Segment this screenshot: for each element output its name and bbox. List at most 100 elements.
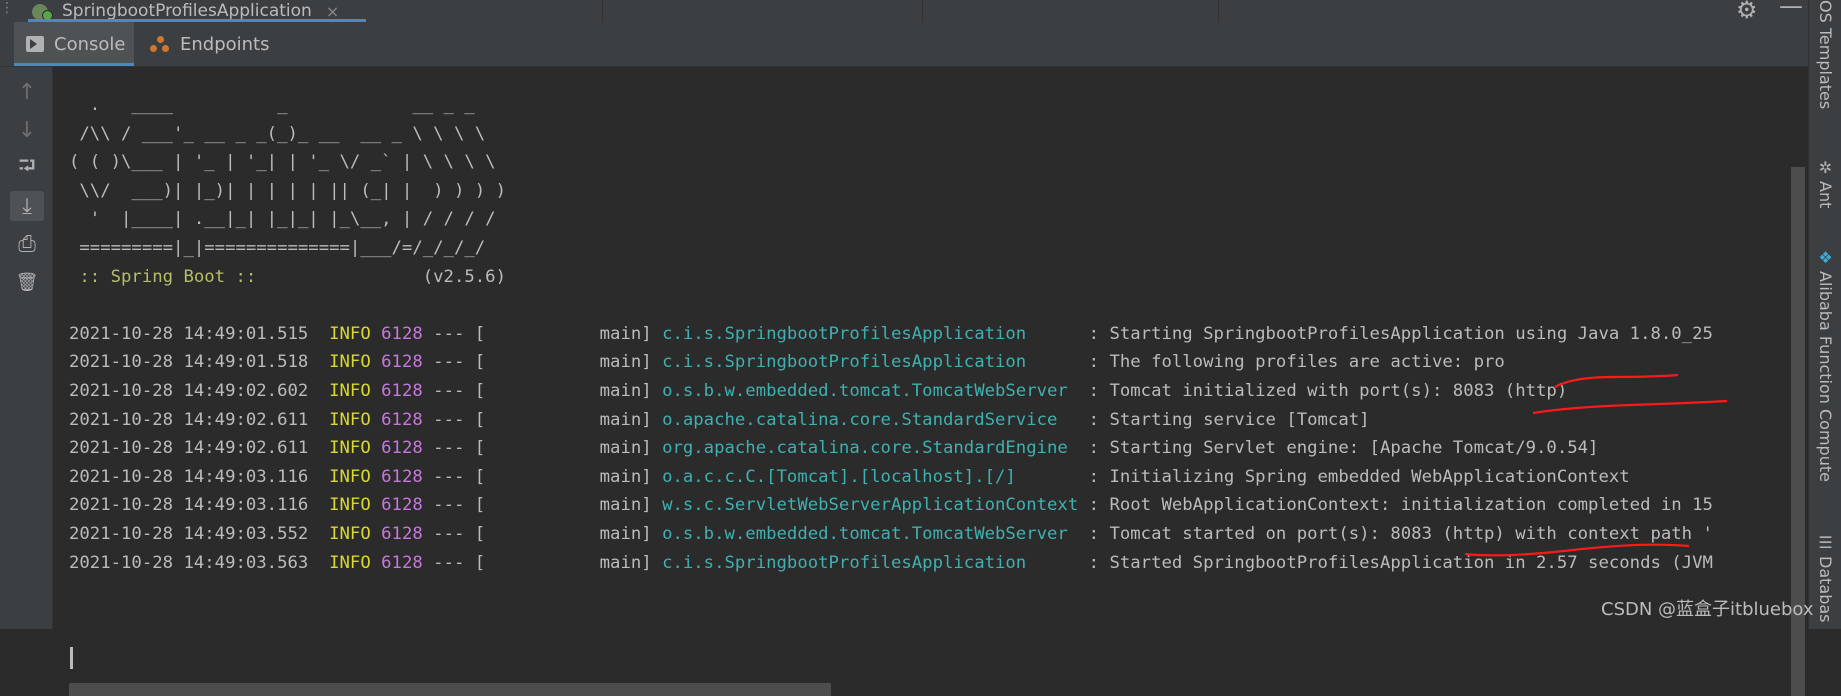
spring-boot-label: :: Spring Boot :: [69, 266, 267, 287]
run-tab-springboot[interactable]: SpringbootProfilesApplication × [14, 0, 366, 23]
strip-divider [602, 0, 603, 22]
banner-line: ( ( )\___ | '_ | '_| | '_ \/ _` | \ \ \ … [69, 152, 496, 173]
log-message: : Initializing Spring embedded WebApplic… [1088, 466, 1630, 487]
log-level: INFO [329, 466, 371, 487]
down-arrow-icon[interactable]: ↓ [10, 115, 44, 145]
spring-app-icon [32, 2, 54, 21]
up-arrow-icon[interactable]: ↑ [10, 77, 44, 107]
log-level: INFO [329, 552, 371, 573]
log-line: 2021-10-28 14:49:01.518 INFO 6128 --- [ … [69, 348, 1713, 377]
side-tab-label: Ant [1816, 181, 1835, 209]
log-thread: --- [ main] [422, 409, 663, 430]
log-logger: c.i.s.SpringbootProfilesApplication [662, 352, 1089, 373]
log-pid: 6128 [381, 409, 423, 430]
log-message: : Started SpringbootProfilesApplication … [1088, 552, 1713, 573]
log-line: 2021-10-28 14:49:03.552 INFO 6128 --- [ … [69, 520, 1713, 549]
tab-endpoints[interactable]: Endpoints [150, 22, 270, 66]
log-pid: 6128 [381, 495, 423, 516]
console-icon [26, 36, 44, 52]
log-thread: --- [ main] [422, 380, 663, 401]
log-level: INFO [329, 323, 371, 344]
log-line: 2021-10-28 14:49:02.611 INFO 6128 --- [ … [69, 406, 1713, 435]
log-pid: 6128 [381, 380, 423, 401]
log-line: 2021-10-28 14:49:02.611 INFO 6128 --- [ … [69, 434, 1713, 463]
log-logger: c.i.s.SpringbootProfilesApplication [662, 323, 1089, 344]
log-pid: 6128 [381, 552, 423, 573]
side-tab-os-templates[interactable]: OS Templates [1809, 0, 1841, 109]
log-message: : The following profiles are active: pro [1088, 352, 1505, 373]
watermark: CSDN @蓝盒子itbluebox [1601, 599, 1814, 620]
strip-divider [922, 0, 923, 22]
log-logger: o.s.b.w.embedded.tomcat.TomcatWebServer [662, 523, 1089, 544]
spring-boot-version: (v2.5.6) [266, 266, 506, 287]
log-level: INFO [329, 352, 371, 373]
log-timestamp: 2021-10-28 14:49:01.518 [69, 352, 309, 373]
banner-line: =========|_|==============|___/=/_/_/_/ [69, 237, 486, 258]
log-logger: o.a.c.c.C.[Tomcat].[localhost].[/] [662, 466, 1089, 487]
side-tab-ant[interactable]: ✲ Ant [1809, 158, 1841, 208]
trash-icon[interactable]: 🗑 [10, 267, 44, 297]
log-thread: --- [ main] [422, 495, 663, 516]
log-thread: --- [ main] [422, 466, 663, 487]
console-gutter: ↑ ↓ ⮒ ⤓ ⎙ 🗑 [0, 67, 53, 629]
side-tab-label: Alibaba Function Compute [1816, 271, 1835, 482]
log-logger: o.s.b.w.embedded.tomcat.TomcatWebServer [662, 380, 1089, 401]
log-pid: 6128 [381, 466, 423, 487]
function-compute-icon: ❖ [1818, 248, 1833, 267]
scroll-to-end-icon[interactable]: ⤓ [10, 191, 44, 221]
tab-console-label: Console [54, 33, 126, 55]
banner-line: \\/ ___)| |_)| | | | | || (_| | ) ) ) ) [69, 180, 506, 201]
strip-divider [1218, 0, 1219, 22]
run-tab-strip: ⋮ SpringbootProfilesApplication × ⚙ — [0, 0, 1808, 24]
banner-line: ' |____| .__|_| |_|_| |_\__, | / / / / [69, 209, 496, 230]
tab-console[interactable]: Console [14, 22, 134, 66]
minimize-icon[interactable]: — [1779, 0, 1803, 20]
right-tool-strip: OS Templates ✲ Ant ❖ Alibaba Function Co… [1808, 0, 1841, 629]
log-pid: 6128 [381, 323, 423, 344]
log-line: 2021-10-28 14:49:03.116 INFO 6128 --- [ … [69, 491, 1713, 520]
log-timestamp: 2021-10-28 14:49:01.515 [69, 323, 309, 344]
log-thread: --- [ main] [422, 552, 663, 573]
log-message: : Starting service [Tomcat] [1088, 409, 1370, 430]
log-logger: c.i.s.SpringbootProfilesApplication [662, 552, 1089, 573]
print-icon[interactable]: ⎙ [10, 229, 44, 259]
run-tab-label: SpringbootProfilesApplication [62, 1, 312, 21]
log-logger: w.s.c.ServletWebServerApplicationContext [662, 495, 1089, 516]
side-tab-label: OS Templates [1816, 0, 1835, 110]
log-pid: 6128 [381, 438, 423, 459]
log-timestamp: 2021-10-28 14:49:02.611 [69, 438, 309, 459]
tool-window-menu-icon[interactable]: ⋮ [0, 0, 14, 16]
log-message: : Starting Servlet engine: [Apache Tomca… [1088, 438, 1599, 459]
log-thread: --- [ main] [422, 523, 663, 544]
banner-line: . ____ _ __ _ _ [69, 95, 475, 115]
log-timestamp: 2021-10-28 14:49:03.116 [69, 495, 309, 516]
log-logger: org.apache.catalina.core.StandardEngine [662, 438, 1089, 459]
console-toolbar: Console Endpoints [0, 22, 1808, 67]
log-logger: o.apache.catalina.core.StandardService [662, 409, 1089, 430]
log-line: 2021-10-28 14:49:03.116 INFO 6128 --- [ … [69, 463, 1713, 492]
log-level: INFO [329, 438, 371, 459]
gear-icon[interactable]: ⚙ [1736, 0, 1758, 24]
log-message: : Root WebApplicationContext: initializa… [1088, 495, 1713, 516]
soft-wrap-icon[interactable]: ⮒ [10, 153, 44, 183]
log-line: 2021-10-28 14:49:03.563 INFO 6128 --- [ … [69, 549, 1713, 578]
log-level: INFO [329, 495, 371, 516]
console-output[interactable]: . ____ _ __ _ _ /\\ / ___'_ __ _ _(_)_ _… [53, 67, 1808, 696]
log-thread: --- [ main] [422, 323, 663, 344]
database-icon: ☰ [1818, 533, 1833, 552]
endpoints-icon [150, 34, 170, 54]
log-message: : Tomcat initialized with port(s): 8083 … [1088, 380, 1568, 401]
log-level: INFO [329, 380, 371, 401]
log-timestamp: 2021-10-28 14:49:03.563 [69, 552, 309, 573]
horizontal-scrollbar[interactable] [69, 683, 831, 696]
log-line: 2021-10-28 14:49:02.602 INFO 6128 --- [ … [69, 377, 1713, 406]
log-timestamp: 2021-10-28 14:49:03.116 [69, 466, 309, 487]
log-timestamp: 2021-10-28 14:49:02.611 [69, 409, 309, 430]
text-cursor [70, 647, 73, 669]
side-tab-alibaba-function-compute[interactable]: ❖ Alibaba Function Compute [1809, 248, 1841, 482]
log-thread: --- [ main] [422, 352, 663, 373]
banner-line: /\\ / ___'_ __ _ _(_)_ __ __ _ \ \ \ \ [69, 123, 486, 144]
active-tab-indicator [14, 63, 134, 66]
close-icon[interactable]: × [326, 2, 339, 21]
side-tab-label: Databas [1816, 556, 1835, 623]
